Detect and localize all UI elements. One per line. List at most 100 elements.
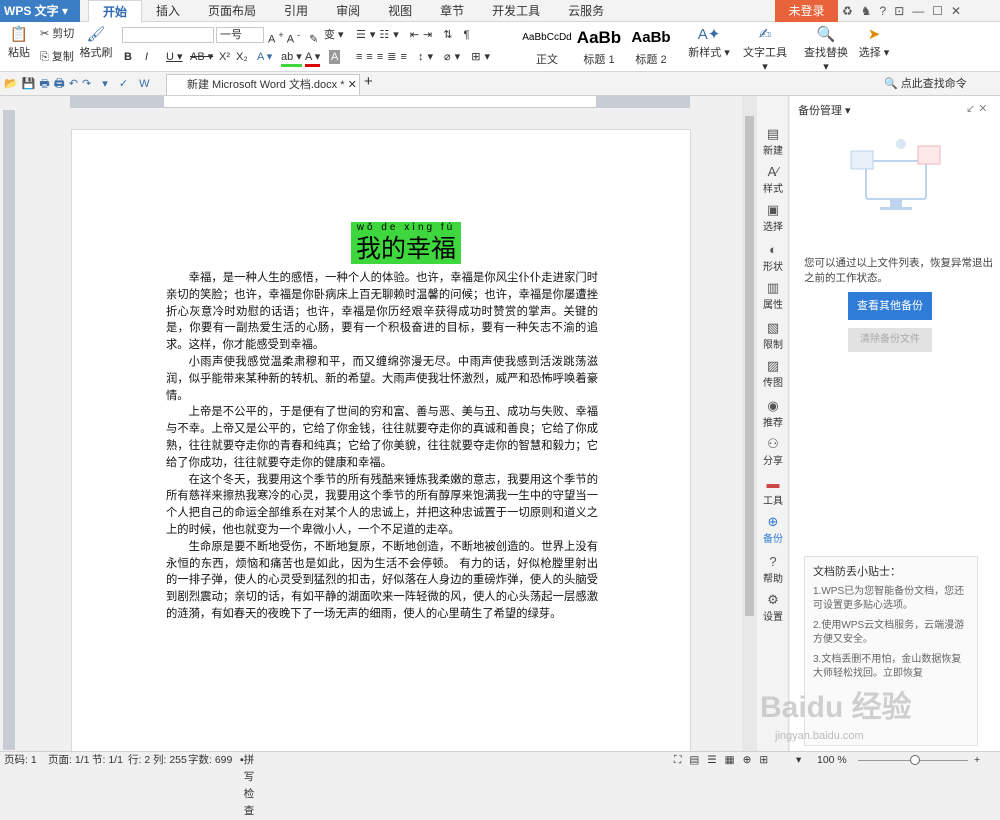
zoom-out-button[interactable]: ▾ [796,752,801,769]
text-effect-button[interactable]: A ▾ [257,50,272,64]
status-section: 节: 1/1 [92,754,123,766]
select-button[interactable]: ➤ 选择 ▾ [856,26,892,60]
status-column: 列: 255 [153,754,187,766]
sidebar-select[interactable]: ▣ 选择 [757,202,789,233]
quick-access-icons[interactable]: 📂💾🖶🖨↶↷ ▾ ✓ W [4,77,154,91]
underline-button[interactable]: U ▾ [166,50,183,64]
sidebar-share[interactable]: ⚇ 分享 [757,436,789,467]
quick-access-bar: 📂💾🖶🖨↶↷ ▾ ✓ W 新建 Microsoft Word 文档.docx *… [0,72,1000,96]
zoom-in-button[interactable]: + [974,752,980,769]
document-page[interactable]: wǒ de xìng fú 我的幸福 幸福，是一种人生的感悟，一种个人的体验。也… [71,129,691,769]
superscript-button[interactable]: X² [219,50,230,64]
subscript-button[interactable]: X₂ [236,50,248,64]
tip-item: 1.WPS已为您智能备份文档，您还可设置更多贴心选项。 [813,586,965,611]
char-shading-button[interactable]: A [329,50,341,64]
document-title[interactable]: 我的幸福 [351,234,461,264]
font-size-select[interactable]: 一号 [216,27,264,43]
find-replace-button[interactable]: 🔍 查找替换 ▾ [800,26,852,73]
tab-review[interactable]: 审阅 [322,0,374,22]
paste-button[interactable]: 📋 粘贴 [4,26,34,60]
zoom-level[interactable]: 100 % [817,752,847,769]
ruler-margin-right [596,96,690,108]
copy-button[interactable]: ⎘ 复制 [40,50,74,64]
copy-label: 复制 [51,51,74,63]
sidebar-properties[interactable]: ▥ 属性 [757,280,789,311]
vertical-ruler[interactable] [3,110,15,750]
sidebar-help[interactable]: ? 帮助 [757,554,789,585]
sidebar-new[interactable]: ▤ 新建 [757,126,789,157]
minimize-button[interactable]: — [912,0,924,22]
tab-home[interactable]: 开始 [88,0,143,22]
tip-item: 3.文档丢删不用怕，金山数据恢复大师轻松找回。立即恢复 [813,654,962,679]
tab-developer[interactable]: 开发工具 [478,0,554,22]
font-grow-shrink[interactable]: A+A- ✎ [268,28,321,47]
highlight-button[interactable]: ab ▾ [281,50,302,67]
style-icon: A⁄ [767,164,779,179]
view-other-backups-button[interactable]: 查看其他备份 [848,292,932,320]
tab-cloud[interactable]: 云服务 [554,0,618,22]
status-page-number: 页码: 1 [4,754,37,766]
text-tools-button[interactable]: ✍ 文字工具 ▾ [740,26,790,73]
sidebar-tools[interactable]: ▬ 工具 [757,476,789,507]
tab-chapter[interactable]: 章节 [426,0,478,22]
style-heading-2[interactable]: AaBb 标题 2 [626,25,676,66]
clear-backup-button: 清除备份文件 [848,328,932,352]
status-word-count[interactable]: 字数: 699 [188,752,232,769]
paragraph: 生命原是要不断地受伤，不断地复原，不断地创造，不断地被创造的。世界上没有永恒的东… [166,539,598,620]
bold-button[interactable]: B [124,50,132,64]
sidebar-shape[interactable]: ◐ 形状 [757,242,789,273]
maximize-button[interactable]: ☐ [932,0,943,22]
tab-page-layout[interactable]: 页面布局 [194,0,270,22]
list-buttons[interactable]: ☰▾☷▾ ⇤⇥ ⇅ ¶ [356,28,474,42]
close-tab-icon[interactable]: ✕ [348,79,357,91]
close-button[interactable]: ✕ [951,0,961,22]
style-normal[interactable]: AaBbCcDd 正文 [522,25,572,66]
sidebar-recommend[interactable]: ◉ 推荐 [757,398,789,429]
italic-button[interactable]: I [145,50,148,64]
scrollbar-thumb[interactable] [745,116,754,616]
command-search[interactable]: 🔍 点此查找命令 [884,77,967,91]
sidebar-backup[interactable]: ⊕ 备份 [757,514,789,545]
restore-ribbon-icon[interactable]: ⊡ [894,0,904,22]
horizontal-ruler[interactable] [70,96,690,108]
sidebar-restrict[interactable]: ▧ 限制 [757,320,789,351]
new-tab-button[interactable]: + [364,74,373,89]
sidebar-style[interactable]: A⁄ 样式 [757,164,789,195]
tab-references[interactable]: 引用 [270,0,322,22]
document-area: wǒ de xìng fú 我的幸福 幸福，是一种人生的感悟，一种个人的体验。也… [15,108,742,769]
select-label: 选择 [858,47,881,59]
font-color-button[interactable]: A ▾ [305,50,321,67]
tab-insert[interactable]: 插入 [142,0,194,22]
cursor-icon: ➤ [867,26,881,43]
cut-button[interactable]: ✂ 剪切 [40,27,74,41]
ribbon-tabs: 开始 插入 页面布局 引用 审阅 视图 章节 开发工具 云服务 [88,0,618,22]
pinyin-button[interactable]: 变 ▾ [324,28,344,42]
share-icon: ⚇ [767,436,779,451]
panel-pin-close[interactable]: ↙ ✕ [966,102,988,116]
login-button[interactable]: 未登录 [775,0,838,22]
zoom-slider-thumb[interactable] [910,755,920,765]
style-heading-1[interactable]: AaBb 标题 1 [574,25,624,66]
help-icon[interactable]: ? [880,0,887,22]
spell-check-toggle[interactable]: ▪ 拼写检查 [240,752,254,817]
view-mode-buttons[interactable]: ⛶▤☰▦⊕⊞ [674,752,776,769]
tab-view[interactable]: 视图 [374,0,426,22]
format-painter-button[interactable]: 🖌 格式刷 [78,26,114,60]
sidebar-upload-image[interactable]: ▨ 传图 [757,358,789,389]
app-logo[interactable]: WPS 文字 ▾ [0,0,80,22]
panel-title[interactable]: 备份管理 ▾ [798,102,851,118]
strikethrough-button[interactable]: AB ▾ [190,50,213,64]
font-name-select[interactable] [122,27,214,43]
watermark-url: jingyan.baidu.com [775,730,864,742]
skin-icon[interactable]: ♻ [842,0,853,22]
shape-icon: ◐ [769,242,777,257]
document-tab[interactable]: 新建 Microsoft Word 文档.docx * ✕ [166,74,360,95]
backup-illustration [846,136,946,226]
document-body[interactable]: 幸福，是一种人生的感悟，一种个人的体验。也许，幸福是你风尘仆仆走进家门时亲切的笑… [166,270,598,623]
notification-icon[interactable]: ♞ [861,0,872,22]
new-style-button[interactable]: A✦ 新样式 ▾ [686,26,732,60]
sidebar-settings[interactable]: ⚙ 设置 [757,592,789,623]
align-buttons[interactable]: ≡≡≡≣≡ ↕▾ ⌀▾ ⊞▾ [356,50,494,64]
vertical-scrollbar[interactable] [742,96,757,751]
toolbox-icon: ▬ [766,476,780,491]
